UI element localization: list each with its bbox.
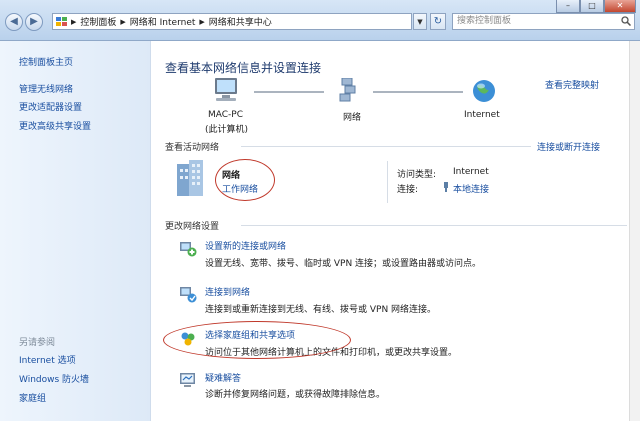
breadcrumb-separator-icon: ▶	[199, 17, 205, 26]
arrow-right-icon: ▶	[30, 16, 38, 27]
maximize-button[interactable]: □	[580, 0, 604, 13]
sidebar-home-link[interactable]: 控制面板主页	[19, 55, 73, 68]
annotation-circle	[163, 321, 351, 359]
back-button[interactable]: ◀	[5, 13, 23, 31]
ethernet-connection-icon	[444, 182, 448, 192]
window-controls: – □ ✕	[556, 0, 636, 13]
refresh-button[interactable]: ↻	[430, 13, 446, 30]
main-content: 查看基本网络信息并设置连接 查看完整映射 MAC-PC (此计算机) 网络 In…	[151, 41, 640, 421]
minimize-button[interactable]: –	[556, 0, 580, 13]
search-icon[interactable]	[621, 16, 632, 32]
divider	[241, 146, 531, 147]
chevron-down-icon: ▼	[417, 18, 423, 26]
title-bar: – □ ✕ ◀ ▶ ▶ 控制面板 ▶ 网络和 Internet ▶ 网络和共享中…	[0, 0, 640, 41]
see-also-homegroup[interactable]: 家庭组	[19, 391, 46, 404]
local-connection-link[interactable]: 本地连接	[453, 182, 489, 195]
sidebar-item-adapter[interactable]: 更改适配器设置	[19, 100, 82, 113]
see-also-firewall[interactable]: Windows 防火墙	[19, 372, 89, 385]
globe-icon	[473, 80, 495, 102]
search-placeholder: 搜索控制面板	[457, 16, 512, 26]
address-dropdown-button[interactable]: ▼	[413, 13, 427, 30]
connections-label: 连接:	[397, 185, 419, 195]
sidebar-item-advanced-sharing[interactable]: 更改高级共享设置	[19, 119, 91, 132]
access-type-value: Internet	[453, 167, 489, 177]
network-icon	[339, 78, 356, 102]
map-internet-label: Internet	[464, 110, 500, 120]
task-setup-connection-link[interactable]: 设置新的连接或网络	[205, 239, 286, 252]
connection-line	[254, 91, 324, 93]
breadcrumb-sharing-center[interactable]: 网络和共享中心	[209, 15, 272, 28]
task-setup-connection-desc: 设置无线、宽带、拨号、临时或 VPN 连接；或设置路由器或访问点。	[205, 259, 482, 269]
network-setup-icon	[180, 242, 197, 257]
control-panel-icon	[56, 16, 67, 26]
scrollbar[interactable]	[629, 41, 640, 421]
sidebar-item-wireless[interactable]: 管理无线网络	[19, 82, 73, 95]
connection-line	[373, 91, 463, 93]
search-input[interactable]: 搜索控制面板	[452, 13, 635, 30]
breadcrumb-control-panel[interactable]: 控制面板	[80, 15, 116, 28]
task-troubleshoot-desc: 诊断并修复网络问题，或获得故障排除信息。	[205, 390, 386, 400]
access-type-label: 访问类型:	[397, 170, 437, 180]
page-title: 查看基本网络信息并设置连接	[165, 61, 322, 75]
arrow-left-icon: ◀	[10, 16, 18, 27]
breadcrumb-network-internet[interactable]: 网络和 Internet	[130, 15, 196, 28]
connect-disconnect-link[interactable]: 连接或断开连接	[537, 140, 600, 153]
active-networks-heading: 查看活动网络	[165, 143, 220, 153]
divider	[241, 225, 627, 226]
map-pc-sub: (此计算机)	[205, 125, 249, 135]
sidebar: 控制面板主页 管理无线网络 更改适配器设置 更改高级共享设置 另请参阅 Inte…	[0, 41, 151, 421]
full-map-link[interactable]: 查看完整映射	[545, 78, 599, 91]
address-bar[interactable]: ▶ 控制面板 ▶ 网络和 Internet ▶ 网络和共享中心	[52, 13, 412, 30]
breadcrumb-separator-icon: ▶	[71, 17, 77, 26]
troubleshoot-icon	[180, 373, 195, 387]
office-building-icon	[177, 160, 203, 196]
connect-network-icon	[180, 287, 197, 303]
map-pc-name: MAC-PC	[208, 110, 244, 120]
change-settings-heading: 更改网络设置	[165, 222, 220, 232]
forward-button[interactable]: ▶	[25, 13, 43, 31]
annotation-circle	[215, 159, 275, 201]
see-also-internet-options[interactable]: Internet 选项	[19, 353, 76, 366]
refresh-icon: ↻	[433, 16, 443, 27]
see-also-heading: 另请参阅	[19, 338, 56, 348]
task-connect-network-link[interactable]: 连接到网络	[205, 285, 250, 298]
computer-icon	[215, 78, 237, 101]
close-button[interactable]: ✕	[604, 0, 636, 13]
task-troubleshoot-link[interactable]: 疑难解答	[205, 371, 241, 384]
task-connect-network-desc: 连接到或重新连接到无线、有线、拨号或 VPN 网络连接。	[205, 305, 437, 315]
breadcrumb-separator-icon: ▶	[120, 17, 126, 26]
vertical-divider	[387, 161, 388, 203]
map-network-label: 网络	[343, 113, 362, 123]
